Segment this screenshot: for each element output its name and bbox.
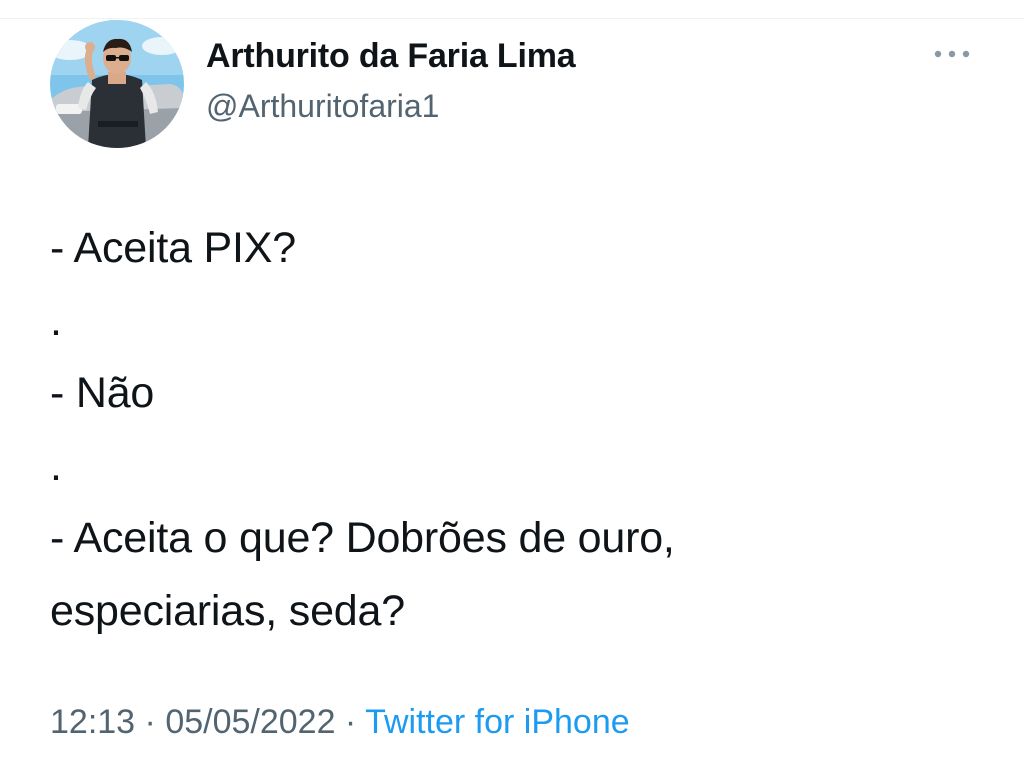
tweet-time[interactable]: 12:13 <box>50 703 135 741</box>
meta-separator: · <box>135 703 166 741</box>
user-handle[interactable]: @Arthuritofaria1 <box>206 86 439 126</box>
display-name[interactable]: Arthurito da Faria Lima <box>206 36 576 76</box>
meta-separator: · <box>335 703 366 741</box>
tweet-text-line: - Não <box>50 369 155 417</box>
more-button[interactable] <box>930 40 974 68</box>
top-divider <box>0 18 1024 19</box>
avatar-image <box>50 20 184 148</box>
tweet-text-line: - Aceita PIX? <box>50 224 296 272</box>
more-horizontal-icon <box>934 50 970 58</box>
tweet-text-line: . <box>50 296 62 345</box>
tweet-metadata: 12:13 · 05/05/2022 · Twitter for iPhone <box>50 700 630 744</box>
tweet-text: - Aceita PIX? . - Não . - Aceita o que? … <box>50 212 1000 647</box>
avatar[interactable] <box>50 20 184 148</box>
tweet-source-link[interactable]: Twitter for iPhone <box>365 703 630 741</box>
tweet-text-line: - Aceita o que? Dobrões de ouro, <box>50 514 675 562</box>
tweet-text-line: especiarias, seda? <box>50 586 405 635</box>
tweet-text-line: . <box>50 441 62 490</box>
tweet-date[interactable]: 05/05/2022 <box>165 703 335 741</box>
